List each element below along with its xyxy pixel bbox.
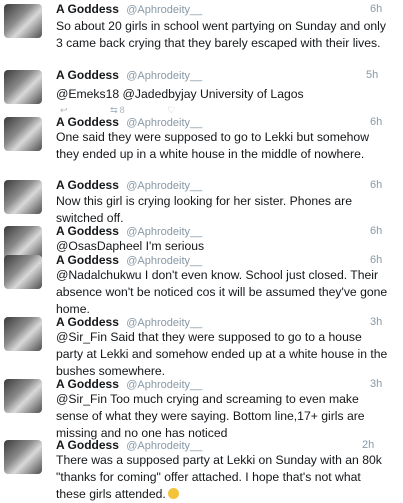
- tweet[interactable]: A Goddess @Aphrodeity__ 6h @OsasDapheel …: [0, 224, 403, 260]
- tweet-text: Now this girl is crying looking for her …: [56, 194, 353, 225]
- tweet[interactable]: A Goddess @Aphrodeity__ 6h One said they…: [0, 115, 403, 175]
- avatar[interactable]: [4, 4, 42, 38]
- tweet-feed: A Goddess @Aphrodeity__ 6h So about 20 g…: [0, 0, 403, 503]
- avatar[interactable]: [4, 70, 42, 104]
- tweet-text: @Sir_Fin Said that they were supposed to…: [56, 330, 388, 378]
- timestamp[interactable]: 6h: [370, 3, 382, 15]
- user-handle[interactable]: @Aphrodeity__: [126, 440, 202, 452]
- user-handle[interactable]: @Aphrodeity__: [126, 379, 202, 391]
- timestamp[interactable]: 5h: [366, 69, 378, 81]
- display-name[interactable]: A Goddess: [56, 224, 119, 238]
- tweet-header: A Goddess @Aphrodeity__ 5h: [56, 68, 403, 84]
- tweet-text: One said they were supposed to go to Lek…: [56, 130, 370, 161]
- user-handle[interactable]: @Aphrodeity__: [126, 226, 202, 238]
- avatar[interactable]: [4, 379, 42, 413]
- tweet-header: A Goddess @Aphrodeity__ 6h: [56, 178, 403, 194]
- tweet[interactable]: A Goddess @Aphrodeity__ 6h @Nadalchukwu …: [0, 253, 403, 316]
- tweet-text: There was a supposed party at Lekki on S…: [56, 452, 389, 503]
- tweet-header: A Goddess @Aphrodeity__ 6h: [56, 2, 403, 18]
- tweet-text: @Nadalchukwu I don't even know. School j…: [56, 268, 388, 316]
- tweet-text-body: There was a supposed party at Lekki on S…: [56, 453, 382, 501]
- sad-face-emoji: [167, 488, 179, 499]
- tweet[interactable]: A Goddess @Aphrodeity__ 6h Now this girl…: [0, 178, 403, 225]
- avatar[interactable]: [4, 317, 42, 351]
- timestamp[interactable]: 3h: [370, 378, 382, 390]
- user-handle[interactable]: @Aphrodeity__: [126, 180, 202, 192]
- timestamp[interactable]: 6h: [370, 254, 382, 266]
- avatar[interactable]: [4, 255, 42, 289]
- avatar[interactable]: [4, 440, 42, 474]
- timestamp[interactable]: 6h: [370, 116, 382, 128]
- timestamp[interactable]: 6h: [370, 225, 382, 237]
- user-handle[interactable]: @Aphrodeity__: [126, 117, 202, 129]
- retweet-icon[interactable]: ⇆ 8: [110, 105, 125, 115]
- display-name[interactable]: A Goddess: [56, 253, 119, 267]
- reply-icon[interactable]: ↩: [60, 105, 68, 115]
- avatar[interactable]: [4, 180, 42, 214]
- timestamp[interactable]: 3h: [370, 316, 382, 328]
- display-name[interactable]: A Goddess: [56, 115, 119, 129]
- display-name[interactable]: A Goddess: [56, 438, 119, 452]
- tweet-text: @Emeks18 @Jadedbyjay University of Lagos: [56, 87, 304, 101]
- display-name[interactable]: A Goddess: [56, 377, 119, 391]
- tweet-text: @Sir_Fin Too much crying and screaming t…: [56, 392, 365, 440]
- display-name[interactable]: A Goddess: [56, 315, 119, 329]
- timestamp[interactable]: 2h: [362, 439, 374, 451]
- user-handle[interactable]: @Aphrodeity__: [126, 70, 202, 82]
- user-handle[interactable]: @Aphrodeity__: [126, 4, 202, 16]
- user-handle[interactable]: @Aphrodeity__: [126, 317, 202, 329]
- avatar[interactable]: [4, 117, 42, 151]
- user-handle[interactable]: @Aphrodeity__: [126, 255, 202, 267]
- tweet[interactable]: A Goddess @Aphrodeity__ 5h @Emeks18 @Jad…: [0, 68, 403, 108]
- tweet[interactable]: A Goddess @Aphrodeity__ 3h @Sir_Fin Too …: [0, 377, 403, 440]
- tweet[interactable]: A Goddess @Aphrodeity__ 3h @Sir_Fin Said…: [0, 315, 403, 378]
- tweet[interactable]: A Goddess @Aphrodeity__ 2h There was a s…: [0, 438, 403, 502]
- timestamp[interactable]: 6h: [370, 179, 382, 191]
- display-name[interactable]: A Goddess: [56, 68, 119, 82]
- display-name[interactable]: A Goddess: [56, 2, 119, 16]
- retweet-count: 8: [119, 105, 125, 115]
- heart-icon[interactable]: ♡: [167, 105, 175, 115]
- display-name[interactable]: A Goddess: [56, 178, 119, 192]
- tweet[interactable]: A Goddess @Aphrodeity__ 6h So about 20 g…: [0, 2, 403, 74]
- tweet-text: So about 20 girls in school went partyin…: [56, 19, 386, 50]
